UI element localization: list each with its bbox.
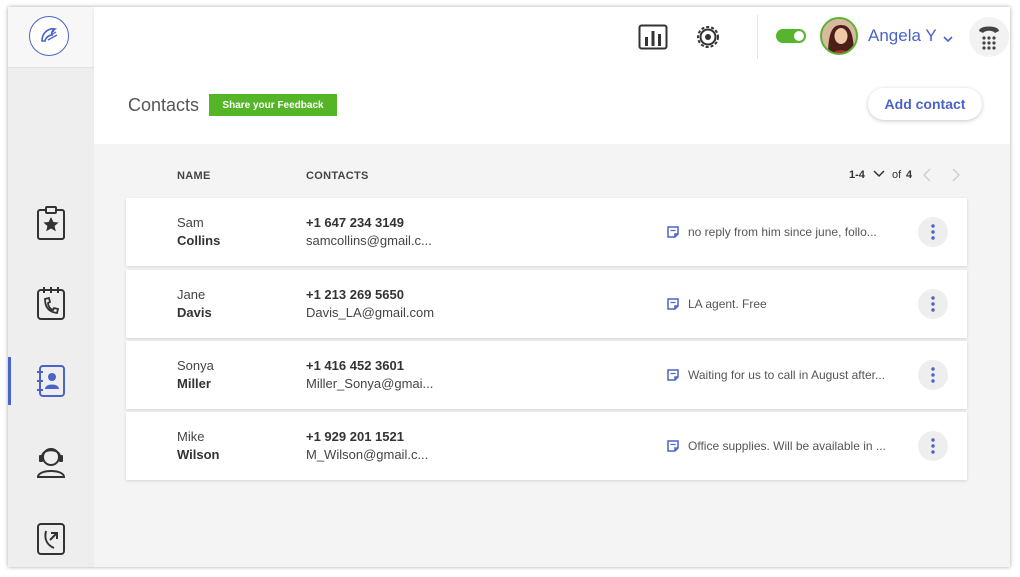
sidebar [8, 7, 94, 567]
contact-last-name: Davis [177, 305, 212, 320]
contact-row[interactable]: Sam Collins +1 647 234 3149 samcollins@g… [126, 198, 967, 266]
sidebar-item-support[interactable] [8, 437, 94, 485]
contact-last-name: Collins [177, 233, 221, 248]
user-photo [822, 19, 856, 53]
topbar-divider [757, 15, 758, 59]
more-options-button[interactable] [918, 217, 948, 247]
note-icon [666, 297, 680, 316]
transfer-call-icon [37, 523, 65, 555]
bar-chart-icon [638, 24, 668, 50]
dialpad-icon [979, 26, 999, 50]
contact-first-name: Sam [177, 215, 204, 230]
page-title: Contacts [128, 95, 200, 115]
sidebar-item-calendar[interactable] [8, 279, 94, 327]
contact-note[interactable]: no reply from him since june, follo... [688, 225, 877, 239]
add-contact-button[interactable]: Add contact [868, 88, 982, 120]
contact-phone[interactable]: +1 929 201 1521 [306, 429, 404, 444]
pagination-range[interactable]: 1-4 [849, 169, 865, 181]
next-page-icon[interactable] [952, 168, 960, 182]
previous-page-icon[interactable] [923, 168, 931, 182]
contact-phone[interactable]: +1 647 234 3149 [306, 215, 404, 230]
sidebar-item-contacts[interactable] [8, 357, 94, 405]
contacts-book-icon [37, 365, 65, 397]
contact-email[interactable]: M_Wilson@gmail.c... [306, 447, 428, 462]
share-feedback-button[interactable]: Share your Feedback [209, 94, 337, 116]
more-vertical-icon [931, 438, 935, 454]
page-header: Contacts Share your Feedback Add contact [94, 67, 1010, 144]
user-avatar[interactable] [820, 17, 858, 55]
contact-row[interactable]: Jane Davis +1 213 269 5650 Davis_LA@gmai… [126, 270, 967, 338]
contact-first-name: Mike [177, 429, 205, 444]
contact-last-name: Miller [177, 376, 211, 391]
contact-row[interactable]: Mike Wilson +1 929 201 1521 M_Wilson@gma… [126, 412, 967, 480]
more-vertical-icon [931, 367, 935, 383]
contact-phone[interactable]: +1 416 452 3601 [306, 358, 404, 373]
contact-note[interactable]: LA agent. Free [688, 297, 767, 311]
app-logo[interactable] [29, 16, 69, 56]
app-window: Angela Y Contacts Share your Feedback Ad… [8, 7, 1010, 567]
calendar-phone-icon [37, 287, 65, 320]
logo-area [8, 7, 94, 68]
top-bar: Angela Y [94, 7, 1010, 67]
column-header-contacts: CONTACTS [306, 170, 369, 182]
parrot-logo-icon [41, 28, 58, 42]
pagination-total: 4 [906, 169, 913, 181]
chevron-down-icon[interactable] [943, 30, 953, 48]
column-header-name: NAME [177, 170, 211, 182]
more-options-button[interactable] [918, 289, 948, 319]
note-icon [666, 368, 680, 387]
more-vertical-icon [931, 224, 935, 240]
favorites-clipboard-icon [37, 206, 65, 240]
reports-button[interactable] [638, 23, 668, 51]
contact-note[interactable]: Office supplies. Will be available in ..… [688, 439, 886, 453]
contact-phone[interactable]: +1 213 269 5650 [306, 287, 404, 302]
sidebar-item-favorites[interactable] [8, 199, 94, 247]
sidebar-item-transfer[interactable] [8, 515, 94, 563]
more-vertical-icon [931, 296, 935, 312]
contact-first-name: Sonya [177, 358, 214, 373]
availability-toggle[interactable] [776, 29, 806, 43]
contact-last-name: Wilson [177, 447, 220, 462]
contact-first-name: Jane [177, 287, 206, 302]
pagination-chevron-down-icon[interactable] [873, 170, 885, 178]
contact-email[interactable]: samcollins@gmail.c... [306, 233, 432, 248]
more-options-button[interactable] [918, 360, 948, 390]
contact-email[interactable]: Davis_LA@gmail.com [306, 305, 434, 320]
contact-email[interactable]: Miller_Sonya@gmai... [306, 376, 433, 391]
settings-button[interactable] [694, 23, 722, 51]
contact-row[interactable]: Sonya Miller +1 416 452 3601 Miller_Sony… [126, 341, 967, 409]
toggle-knob [794, 31, 804, 41]
support-agent-icon [36, 448, 66, 478]
gear-icon [697, 26, 719, 48]
dialpad-button[interactable] [969, 17, 1009, 57]
more-options-button[interactable] [918, 431, 948, 461]
pagination-of-label: of [892, 169, 902, 181]
note-icon [666, 439, 680, 458]
note-icon [666, 225, 680, 244]
user-name[interactable]: Angela Y [868, 26, 937, 46]
contact-note[interactable]: Waiting for us to call in August after..… [688, 368, 885, 382]
